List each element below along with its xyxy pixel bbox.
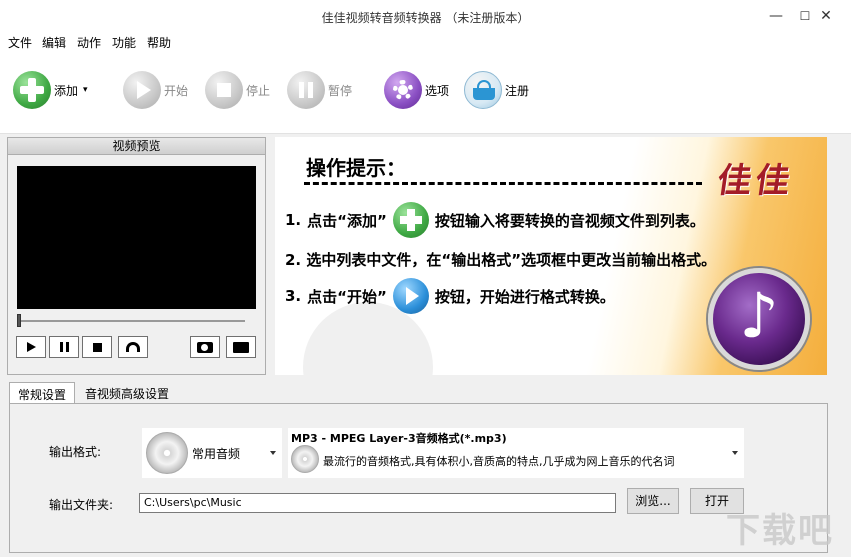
basket-icon bbox=[464, 71, 502, 109]
video-preview-panel: 视频预览 bbox=[7, 137, 266, 375]
folder-icon bbox=[233, 341, 249, 353]
tips-banner: 操作提示： 佳佳 1. 点击“添加” 按钮输入将要转换的音视频文件到列表。 2.… bbox=[275, 137, 827, 375]
step-2-text: 2. 选中列表中文件，在“输出格式”选项框中更改当前输出格式。 bbox=[285, 251, 717, 269]
play-button[interactable] bbox=[16, 336, 46, 358]
step-3-number: 3. bbox=[285, 287, 302, 305]
pause-button[interactable]: 暂停 bbox=[287, 70, 352, 110]
options-button[interactable]: 选项 bbox=[384, 70, 449, 110]
menu-edit[interactable]: 编辑 bbox=[42, 34, 66, 51]
plus-icon bbox=[392, 202, 429, 238]
menu-action[interactable]: 动作 bbox=[77, 34, 101, 51]
options-label: 选项 bbox=[425, 83, 450, 98]
seek-slider-thumb[interactable] bbox=[17, 314, 21, 327]
menu-help[interactable]: 帮助 bbox=[147, 34, 171, 51]
play-icon bbox=[26, 342, 36, 352]
tip-step-3: 3. 点击“开始” 按钮，开始进行格式转换。 bbox=[285, 278, 615, 314]
close-button[interactable]: ✕ bbox=[811, 4, 841, 28]
step-1-number: 1. bbox=[285, 211, 302, 229]
seek-track[interactable] bbox=[19, 320, 245, 322]
minimize-button[interactable]: — bbox=[761, 4, 791, 28]
watermark-logo: 下载吧 bbox=[726, 511, 834, 551]
add-label: 添加 bbox=[54, 83, 79, 98]
title-bar: 佳佳视频转音频转换器 （未注册版本） — ☐ ✕ bbox=[0, 0, 851, 32]
pause-icon bbox=[59, 342, 69, 352]
pause-icon bbox=[287, 71, 325, 109]
camera-icon bbox=[197, 341, 213, 353]
browse-button[interactable]: 浏览... bbox=[627, 488, 679, 514]
video-screen bbox=[17, 166, 256, 309]
settings-panel bbox=[9, 403, 828, 553]
menu-bar: 文件 编辑 动作 功能 帮助 bbox=[0, 32, 851, 52]
format-description: 最流行的音频格式,具有体积小,音质高的特点,几乎成为网上音乐的代名词 bbox=[323, 455, 675, 468]
disc-icon-small bbox=[291, 445, 319, 473]
banner-divider bbox=[304, 182, 702, 185]
plus-icon bbox=[13, 71, 51, 109]
start-label: 开始 bbox=[164, 83, 189, 98]
music-note-glyph: ♪ bbox=[739, 279, 779, 352]
output-format-label: 输出格式: bbox=[49, 445, 102, 459]
start-button[interactable]: 开始 bbox=[123, 70, 188, 110]
chevron-down-icon bbox=[270, 451, 276, 455]
format-category-value: 常用音频 bbox=[192, 447, 241, 461]
open-folder-button[interactable] bbox=[226, 336, 256, 358]
add-button[interactable]: 添加 ▾ bbox=[13, 70, 88, 110]
menu-file[interactable]: 文件 bbox=[8, 34, 32, 51]
window-title: 佳佳视频转音频转换器 （未注册版本） bbox=[321, 11, 530, 25]
menu-function[interactable]: 功能 bbox=[112, 34, 136, 51]
step-1-text-before: 点击“添加” bbox=[307, 211, 387, 230]
headphones-icon bbox=[126, 342, 140, 352]
output-format-select[interactable]: MP3 - MPEG Layer-3音频格式(*.mp3) 最流行的音频格式,具… bbox=[288, 428, 744, 478]
chevron-down-icon bbox=[732, 451, 738, 455]
stop-button[interactable]: 停止 bbox=[205, 70, 270, 110]
step-3-text-before: 点击“开始” bbox=[307, 287, 387, 306]
tip-step-1: 1. 点击“添加” 按钮输入将要转换的音视频文件到列表。 bbox=[285, 202, 705, 238]
output-folder-input[interactable]: C:\Users\pc\Music bbox=[139, 493, 616, 513]
stop-label: 停止 bbox=[246, 83, 271, 98]
pause-label: 暂停 bbox=[328, 83, 353, 98]
banner-title: 操作提示： bbox=[306, 156, 406, 180]
step-1-text-after: 按钮输入将要转换的音视频文件到列表。 bbox=[434, 211, 705, 230]
format-category-select[interactable]: 常用音频 bbox=[142, 428, 282, 478]
pause-button-small[interactable] bbox=[49, 336, 79, 358]
brand-logo-text: 佳佳 bbox=[714, 161, 797, 201]
add-dropdown-icon[interactable]: ▾ bbox=[83, 85, 88, 95]
register-button[interactable]: 注册 bbox=[464, 70, 529, 110]
register-label: 注册 bbox=[505, 83, 530, 98]
step-3-text-after: 按钮，开始进行格式转换。 bbox=[434, 287, 615, 306]
stop-button-small[interactable] bbox=[82, 336, 112, 358]
output-folder-label: 输出文件夹: bbox=[49, 498, 114, 512]
tab-advanced-settings[interactable]: 音视频高级设置 bbox=[77, 382, 177, 404]
stop-icon bbox=[92, 342, 102, 352]
disc-icon bbox=[146, 432, 188, 474]
gear-icon bbox=[384, 71, 422, 109]
volume-button[interactable] bbox=[118, 336, 148, 358]
format-title: MP3 - MPEG Layer-3音频格式(*.mp3) bbox=[291, 432, 507, 445]
play-icon bbox=[123, 71, 161, 109]
toolbar: 添加 ▾ 开始 停止 暂停 选项 注册 bbox=[0, 52, 851, 134]
play-icon bbox=[392, 278, 429, 314]
tab-general-settings[interactable]: 常规设置 bbox=[9, 382, 76, 404]
video-preview-title: 视频预览 bbox=[8, 138, 265, 155]
stop-icon bbox=[205, 71, 243, 109]
tip-step-2: 2. 选中列表中文件，在“输出格式”选项框中更改当前输出格式。 bbox=[285, 249, 716, 270]
music-note-icon: ♪ bbox=[708, 268, 810, 370]
snapshot-button[interactable] bbox=[190, 336, 220, 358]
